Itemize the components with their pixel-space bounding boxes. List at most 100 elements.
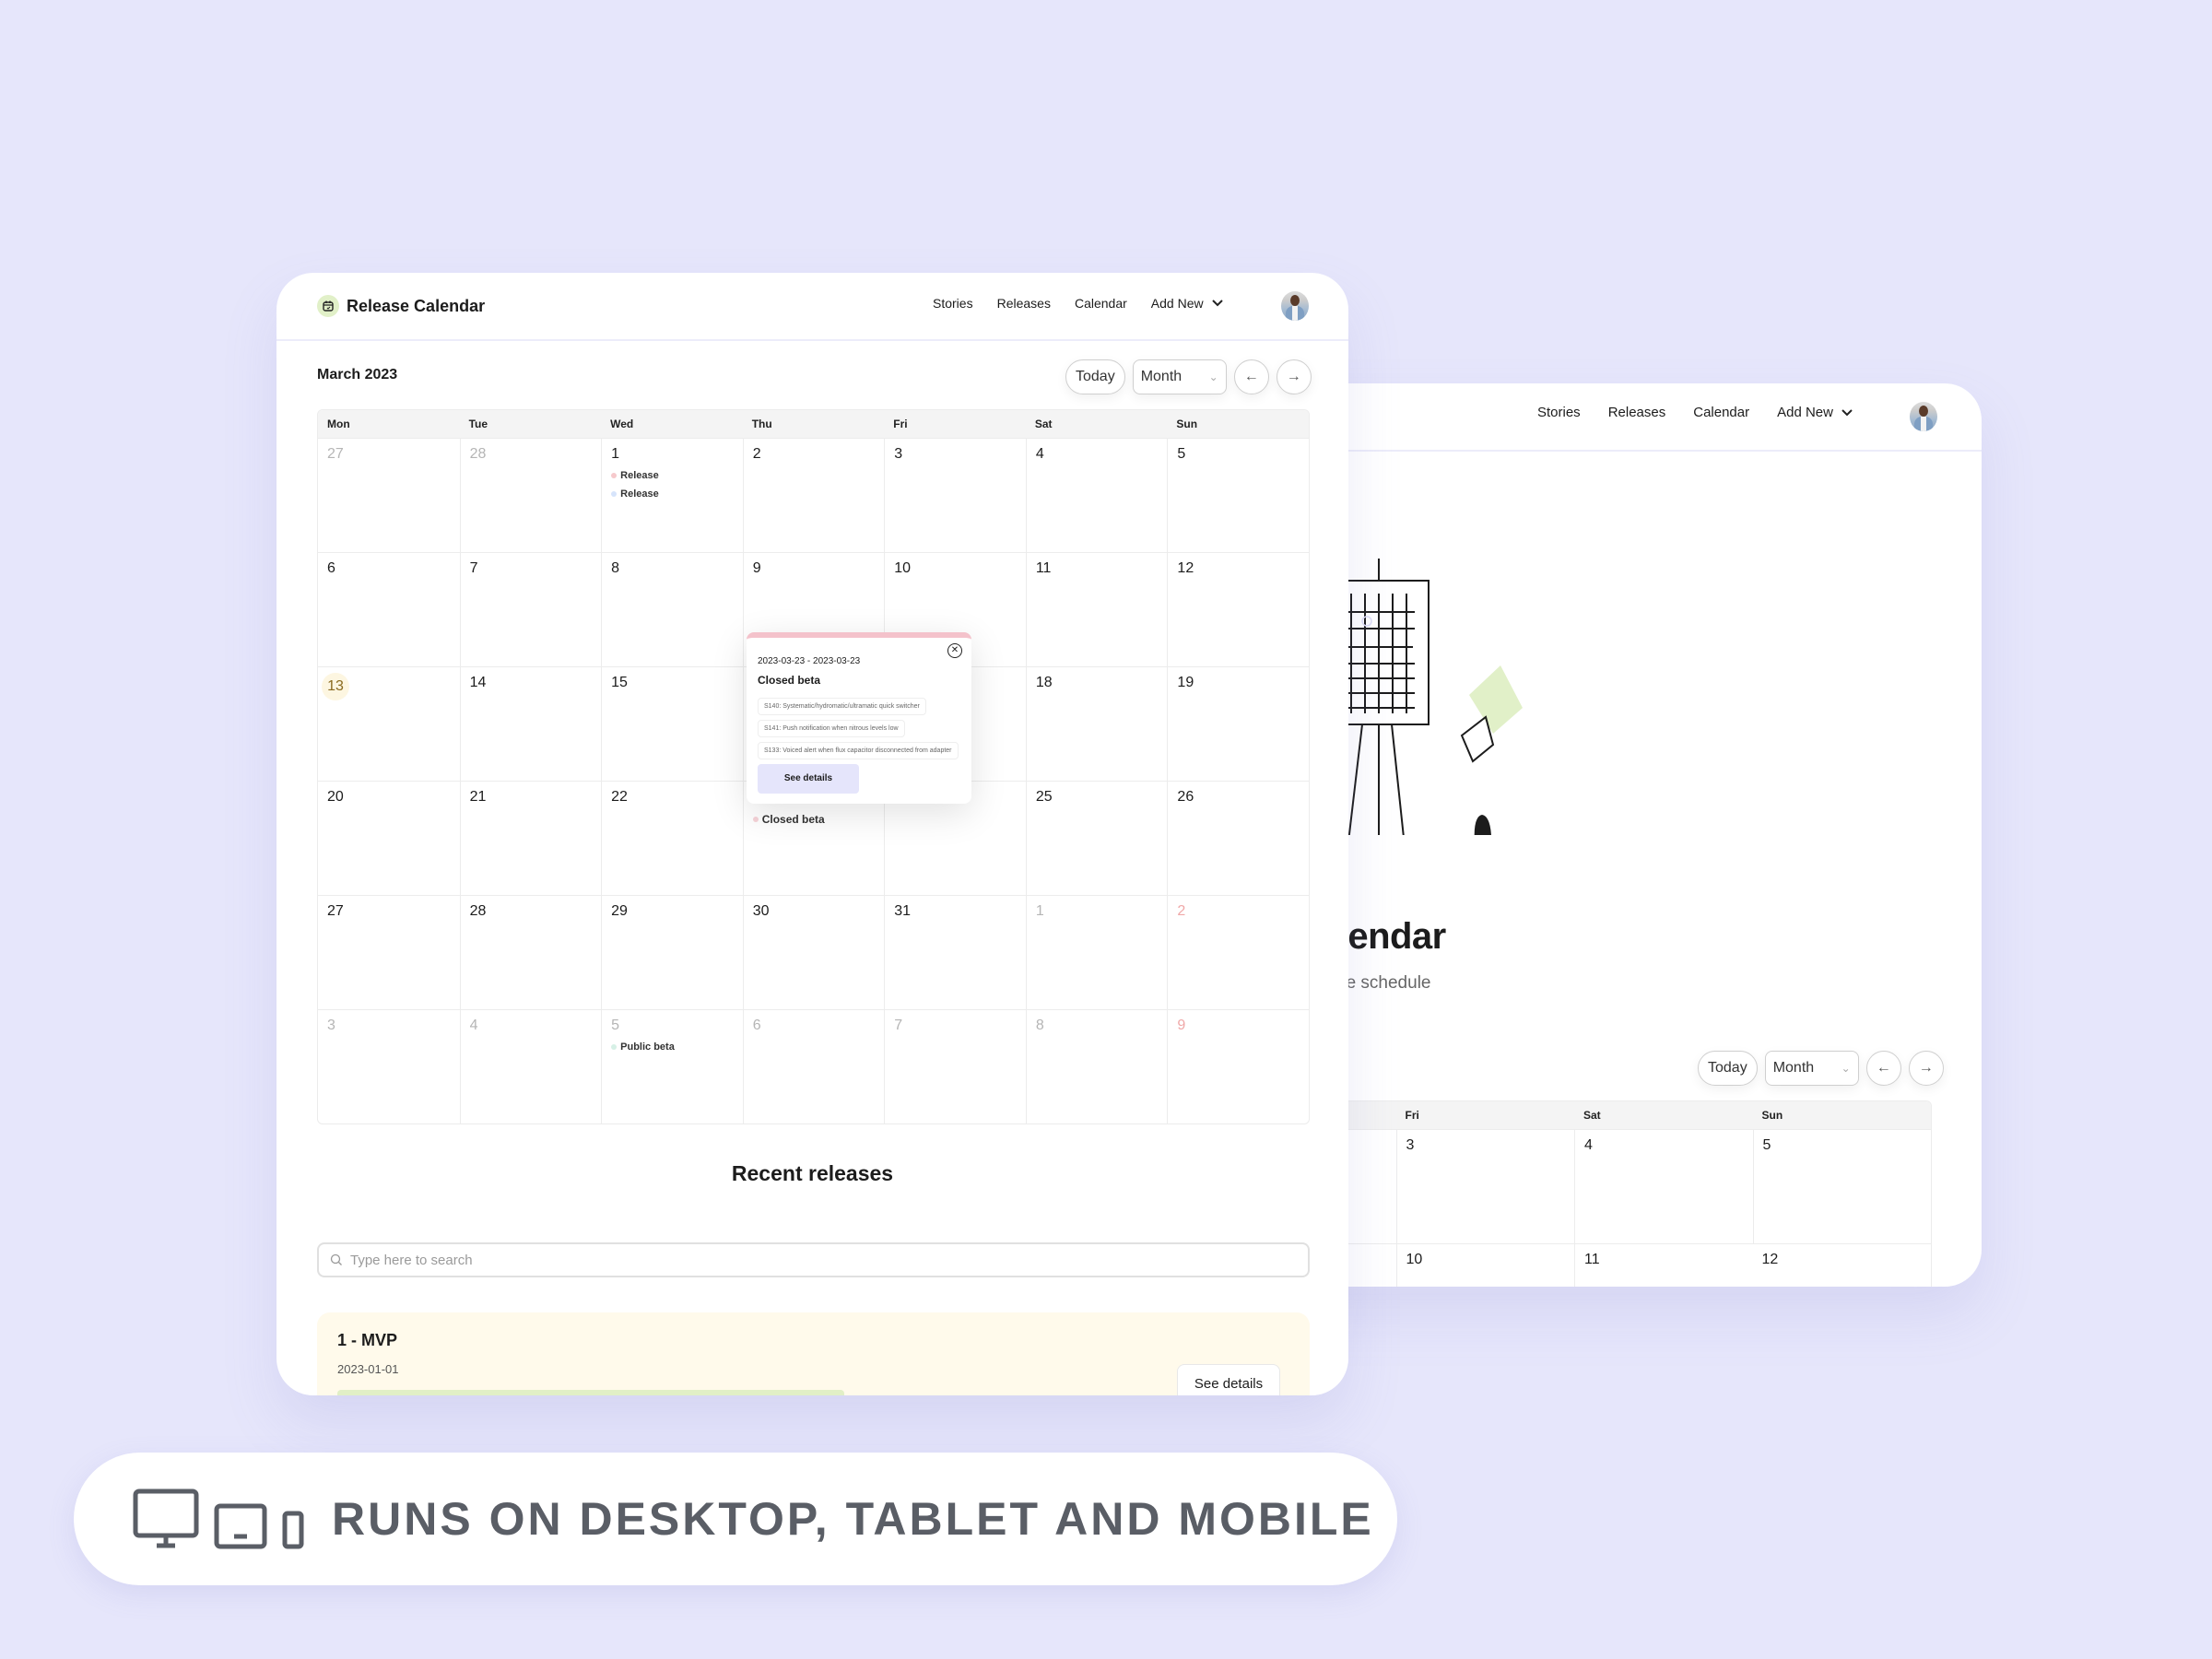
release-see-details-button[interactable]: See details <box>1177 1364 1280 1395</box>
day-number: 4 <box>469 1018 478 1033</box>
chevron-down-icon <box>1841 408 1853 416</box>
popover-stories: S140: Systematic/hydromatic/ultramatic q… <box>758 696 960 762</box>
day-cell[interactable]: 18 <box>1025 666 1168 781</box>
day-number: 5 <box>611 1018 620 1033</box>
back-prev-button[interactable]: ← <box>1865 1051 1901 1086</box>
day-number: 3 <box>327 1018 335 1033</box>
day-cell[interactable]: 1 <box>1025 895 1168 1009</box>
day-cell[interactable]: 31 <box>884 895 1026 1009</box>
calendar-event[interactable]: Public beta <box>611 1041 734 1053</box>
day-cell[interactable]: 11 <box>1025 552 1168 666</box>
day-cell[interactable]: 29 <box>601 895 743 1009</box>
user-avatar[interactable] <box>1281 291 1309 321</box>
close-icon[interactable]: ✕ <box>947 643 962 658</box>
nav-stories[interactable]: Stories <box>933 296 973 311</box>
day-cell[interactable]: 25 <box>1025 781 1168 895</box>
calendar-event[interactable]: Release <box>611 470 734 481</box>
nav-calendar[interactable]: Calendar <box>1075 296 1127 311</box>
day-number: 11 <box>1035 560 1052 576</box>
day-number: 11 <box>1584 1252 1600 1267</box>
back-view-select[interactable]: Month ⌄ <box>1764 1051 1859 1086</box>
chevron-down-icon: ⌄ <box>1208 371 1218 383</box>
day-number: 9 <box>752 560 761 576</box>
back-next-button[interactable]: → <box>1908 1051 1944 1086</box>
day-cell[interactable]: 4 <box>459 1009 602 1124</box>
popover-see-details-button[interactable]: See details <box>758 764 859 794</box>
back-day-cell[interactable]: 11 <box>1574 1243 1753 1287</box>
back-day-cell[interactable]: 5 <box>1752 1129 1931 1243</box>
day-cell[interactable]: 2 <box>742 438 885 552</box>
day-cell[interactable]: 28 <box>459 895 602 1009</box>
day-cell[interactable]: 30 <box>742 895 885 1009</box>
day-cell[interactable]: 2 <box>1167 895 1309 1009</box>
back-nav-calendar[interactable]: Calendar <box>1693 405 1749 420</box>
nav-releases[interactable]: Releases <box>997 296 1051 311</box>
day-cell[interactable]: 3 <box>884 438 1026 552</box>
day-number: 26 <box>1177 789 1194 805</box>
day-cell[interactable]: 14 <box>459 666 602 781</box>
day-cell[interactable]: 26 <box>1167 781 1309 895</box>
tablet-icon <box>214 1503 267 1549</box>
back-day-cell[interactable]: 4 <box>1574 1129 1753 1243</box>
day-cell[interactable]: 7 <box>884 1009 1026 1124</box>
brand[interactable]: Release Calendar <box>317 295 485 317</box>
day-cell[interactable]: 22 <box>601 781 743 895</box>
day-cell[interactable]: 12 <box>1167 552 1309 666</box>
day-cell[interactable]: 20 <box>318 781 460 895</box>
day-cell[interactable]: 1 Release Release <box>601 438 743 552</box>
arrow-right-icon: → <box>1286 369 1301 384</box>
prev-month-button[interactable]: ← <box>1233 359 1269 394</box>
day-cell[interactable]: 5 <box>1167 438 1309 552</box>
desktop-icon <box>133 1488 199 1548</box>
day-number: 10 <box>1406 1252 1423 1267</box>
day-number: 28 <box>469 446 487 462</box>
next-month-button[interactable]: → <box>1276 359 1312 394</box>
day-number: 6 <box>327 560 335 576</box>
day-number: 30 <box>752 903 770 919</box>
day-cell[interactable]: 8 <box>1025 1009 1168 1124</box>
release-card[interactable]: 1 - MVP 2023-01-01 See details <box>317 1312 1310 1395</box>
back-day-cell[interactable]: 12 <box>1752 1243 1931 1287</box>
day-cell[interactable]: 27 <box>318 438 460 552</box>
day-number: 1 <box>611 446 620 462</box>
back-user-avatar[interactable] <box>1910 402 1937 431</box>
weekday-label: Sat <box>1034 418 1053 430</box>
calendar-event[interactable]: Closed beta <box>752 813 876 826</box>
day-cell[interactable]: 27 <box>318 895 460 1009</box>
search-field[interactable] <box>317 1242 1310 1277</box>
calendar-event[interactable]: Release <box>611 488 734 500</box>
back-today-button[interactable]: Today <box>1698 1051 1758 1086</box>
back-day-cell[interactable]: 3 <box>1395 1129 1574 1243</box>
day-cell[interactable]: 4 <box>1025 438 1168 552</box>
month-title: March 2023 <box>317 367 398 382</box>
event-dot-icon <box>611 473 618 478</box>
today-button[interactable]: Today <box>1065 359 1125 394</box>
day-cell[interactable]: 28 <box>459 438 602 552</box>
day-cell[interactable]: 6 <box>742 1009 885 1124</box>
chevron-down-icon <box>1211 300 1223 307</box>
day-cell[interactable]: 9 <box>1167 1009 1309 1124</box>
back-day-cell[interactable]: 10 <box>1395 1243 1574 1287</box>
view-select[interactable]: Month ⌄ <box>1132 359 1227 394</box>
search-input[interactable] <box>350 1252 1308 1268</box>
story-chip[interactable]: S141: Push notification when nitrous lev… <box>758 720 905 738</box>
back-nav-stories[interactable]: Stories <box>1537 405 1581 420</box>
add-new-dropdown[interactable]: Add New <box>1151 296 1224 311</box>
day-cell[interactable]: 19 <box>1167 666 1309 781</box>
back-nav-releases[interactable]: Releases <box>1608 405 1666 420</box>
day-cell[interactable]: 7 <box>459 552 602 666</box>
back-view-select-value: Month <box>1772 1060 1815 1076</box>
day-cell[interactable]: 6 <box>318 552 460 666</box>
day-cell[interactable]: 5 Public beta <box>601 1009 743 1124</box>
device-icons <box>133 1488 304 1549</box>
back-weekday: Sun <box>1761 1109 1783 1122</box>
day-cell[interactable]: 8 <box>601 552 743 666</box>
story-chip[interactable]: S133: Voiced alert when flux capacitor d… <box>758 742 959 760</box>
back-add-new-dropdown[interactable]: Add New <box>1777 405 1853 420</box>
day-cell[interactable]: 3 <box>318 1009 460 1124</box>
day-cell[interactable]: 15 <box>601 666 743 781</box>
day-cell[interactable]: 21 <box>459 781 602 895</box>
day-cell[interactable]: 13 <box>318 666 460 781</box>
story-chip[interactable]: S140: Systematic/hydromatic/ultramatic q… <box>758 698 926 716</box>
day-number: 28 <box>469 903 487 919</box>
